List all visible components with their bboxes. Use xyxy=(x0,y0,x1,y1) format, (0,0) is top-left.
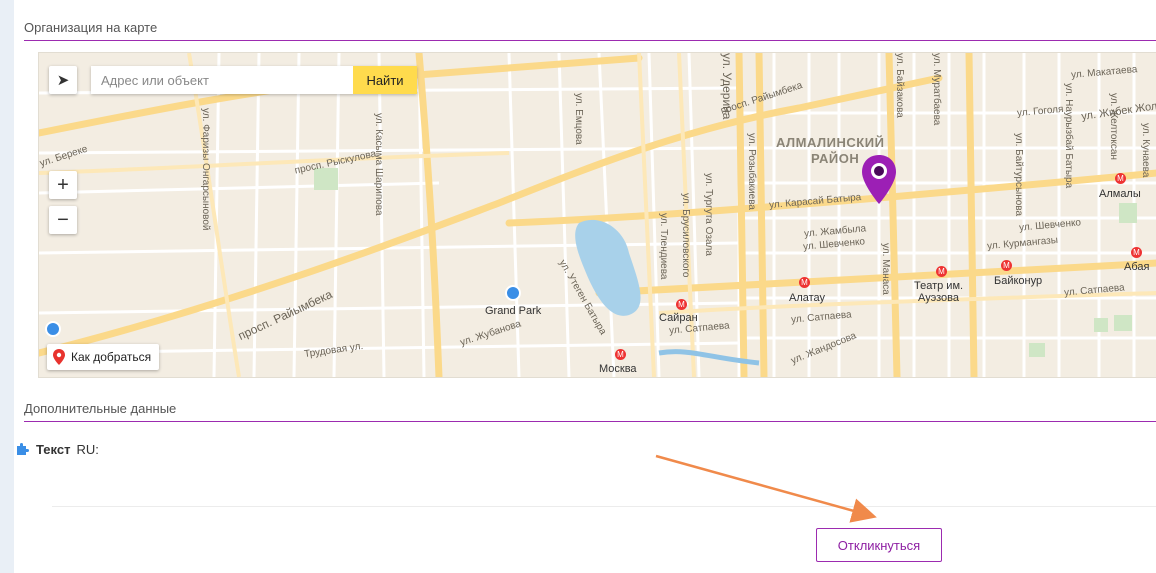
metro-icon: M xyxy=(676,299,687,310)
map-street-label: ул. Байзакова xyxy=(894,53,905,118)
poi-icon[interactable] xyxy=(45,321,61,337)
zoom-in-button[interactable]: + xyxy=(49,171,77,199)
extra-field-row: Текст RU: xyxy=(14,441,99,457)
metro-label: Байконур xyxy=(994,275,1043,287)
map-street-label: ул. Желтоксан xyxy=(1108,93,1119,160)
puzzle-icon xyxy=(17,443,29,455)
metro-icon: M xyxy=(1001,260,1012,271)
metro-icon: M xyxy=(1115,173,1126,184)
metro-label: Москва xyxy=(599,363,637,375)
route-button[interactable]: Как добраться xyxy=(47,344,160,370)
map-street-label: ул. Манаса xyxy=(880,243,891,295)
map-street-label: ул. Брусиловского xyxy=(680,193,691,278)
grand-park-icon[interactable] xyxy=(505,285,521,301)
map-street-label: ул. Касыма Шарипова xyxy=(373,113,384,216)
location-arrow-icon: ➤ xyxy=(56,72,70,89)
geolocation-button[interactable]: ➤ xyxy=(49,66,77,94)
map-street-label: ул. Муратбаева xyxy=(931,53,942,126)
metro-label: Алатау xyxy=(789,292,826,304)
map-street-label: ул. Кунаева xyxy=(1140,123,1151,178)
footer-divider xyxy=(52,506,1156,507)
metro-label: Сайран xyxy=(659,312,698,324)
map-search-button[interactable]: Найти xyxy=(353,66,417,94)
extra-field-label: Текст xyxy=(36,441,71,457)
route-button-label: Как добраться xyxy=(71,350,152,364)
map-street-label: ул. Тургута Озала xyxy=(703,173,714,256)
map-search: Найти xyxy=(91,66,417,94)
metro-icon: M xyxy=(615,349,626,360)
metro-label: Алмалы xyxy=(1099,188,1141,200)
respond-button[interactable]: Откликнуться xyxy=(816,528,942,562)
map-district-label: РАЙОН xyxy=(811,151,860,166)
section-title-extra: Дополнительные данные xyxy=(24,401,177,416)
metro-icon: M xyxy=(1131,247,1142,258)
map-street-label: ул. Фаризы Онгарсыновой xyxy=(200,108,211,231)
map-street-label: ул. Удерина xyxy=(720,53,734,120)
map-district-label: АЛМАЛИНСКИЙ xyxy=(776,135,885,150)
map-street-label: ул. Розыбакиева xyxy=(746,133,757,210)
metro-icon: M xyxy=(799,277,810,288)
map-search-input[interactable] xyxy=(91,66,353,94)
metro-label: Ауэзова xyxy=(918,292,959,304)
extra-field-suffix: RU: xyxy=(76,441,99,457)
section-title-map: Организация на карте xyxy=(24,20,158,35)
zoom-out-button[interactable]: − xyxy=(49,206,77,234)
map-street-label: ул. Байтурсынова xyxy=(1013,133,1024,217)
map-marker-icon xyxy=(53,349,65,365)
section-divider xyxy=(24,40,1156,41)
metro-label: Абая xyxy=(1124,261,1150,273)
map-street-label: ул. Наурызбай Батыра xyxy=(1063,83,1074,189)
metro-icon: M xyxy=(936,266,947,277)
section-divider xyxy=(24,421,1156,422)
map-street-label: ул. Емцова xyxy=(573,93,584,145)
metro-label: Театр им. xyxy=(914,280,964,292)
location-pin-icon[interactable] xyxy=(860,154,898,206)
map-widget[interactable]: просп. Райымбека просп. Райымбека просп.… xyxy=(38,52,1156,378)
map-street-label: ул. Тлендиева xyxy=(658,213,669,280)
poi-label: Grand Park xyxy=(485,305,542,317)
